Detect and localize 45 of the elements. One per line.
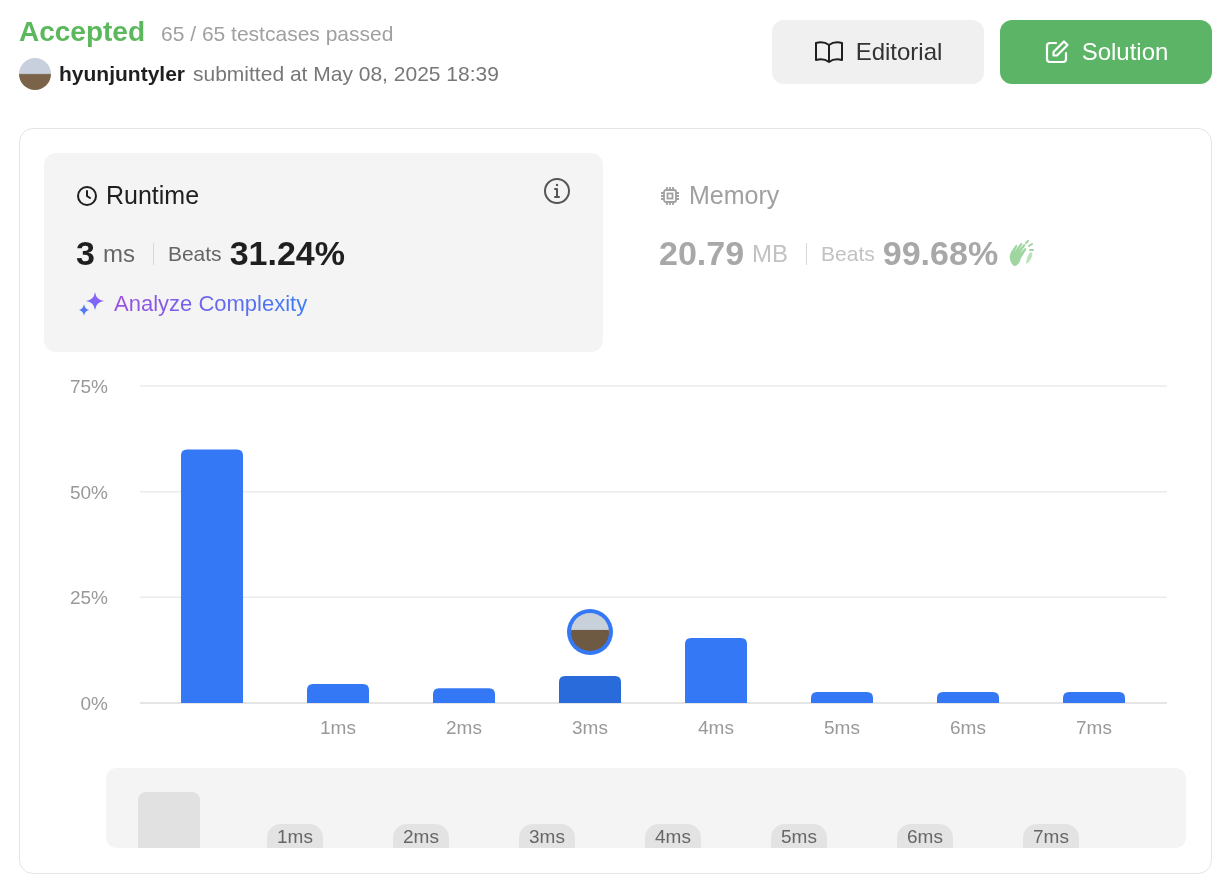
overview-label: 7ms: [1023, 824, 1079, 848]
runtime-unit: ms: [102, 239, 135, 268]
editorial-button[interactable]: Editorial: [772, 20, 984, 84]
clock-icon: [76, 184, 98, 207]
runtime-value: 3: [76, 234, 95, 273]
memory-title: Memory: [689, 181, 780, 210]
username-link[interactable]: hyunjuntyler: [59, 62, 185, 86]
x-axis-label: 5ms: [824, 717, 860, 738]
overview-label: 5ms: [771, 824, 827, 848]
edit-icon: [1043, 39, 1070, 65]
x-axis-label: 2ms: [446, 717, 482, 738]
overview-bar: [138, 792, 200, 848]
status-label: Accepted: [19, 16, 146, 48]
beats-label: Beats: [167, 241, 222, 266]
submitted-time: submitted at May 08, 2025 18:39: [193, 62, 499, 86]
beats-percent: 99.68%: [882, 234, 999, 273]
overview-label: 4ms: [645, 824, 701, 848]
y-axis-label: 25%: [69, 587, 108, 609]
overview-label: 1ms: [267, 824, 323, 848]
x-axis-label: 3ms: [572, 717, 608, 738]
overview-label: 2ms: [393, 824, 449, 848]
x-axis-label: 6ms: [950, 717, 986, 738]
bar[interactable]: [937, 692, 999, 703]
runtime-panel[interactable]: Runtime 3 ms Beats 31.24% Analyze Complexity: [44, 153, 603, 352]
beats-label: Beats: [821, 241, 875, 266]
x-axis-label: 1ms: [320, 717, 356, 738]
overview-label: 6ms: [897, 824, 953, 848]
info-icon[interactable]: [543, 177, 571, 205]
x-axis-label: 7ms: [1076, 717, 1112, 738]
memory-unit: MB: [752, 239, 789, 268]
bar[interactable]: [559, 675, 621, 703]
bar[interactable]: [1063, 692, 1125, 703]
overview-label: 3ms: [519, 824, 575, 848]
x-axis-label: 4ms: [698, 717, 734, 738]
runtime-title: Runtime: [106, 181, 200, 210]
book-icon: [813, 40, 844, 64]
memory-value: 20.79: [659, 234, 745, 273]
bar[interactable]: [811, 692, 873, 703]
y-axis-label: 50%: [69, 481, 108, 503]
testcases-text: 65 / 65 testcases passed: [161, 22, 394, 46]
beats-percent: 31.24%: [229, 234, 345, 273]
y-axis-label: 0%: [80, 693, 108, 714]
chip-icon: [659, 184, 681, 207]
user-avatar: [19, 58, 51, 90]
y-axis-label: 75%: [69, 376, 108, 397]
